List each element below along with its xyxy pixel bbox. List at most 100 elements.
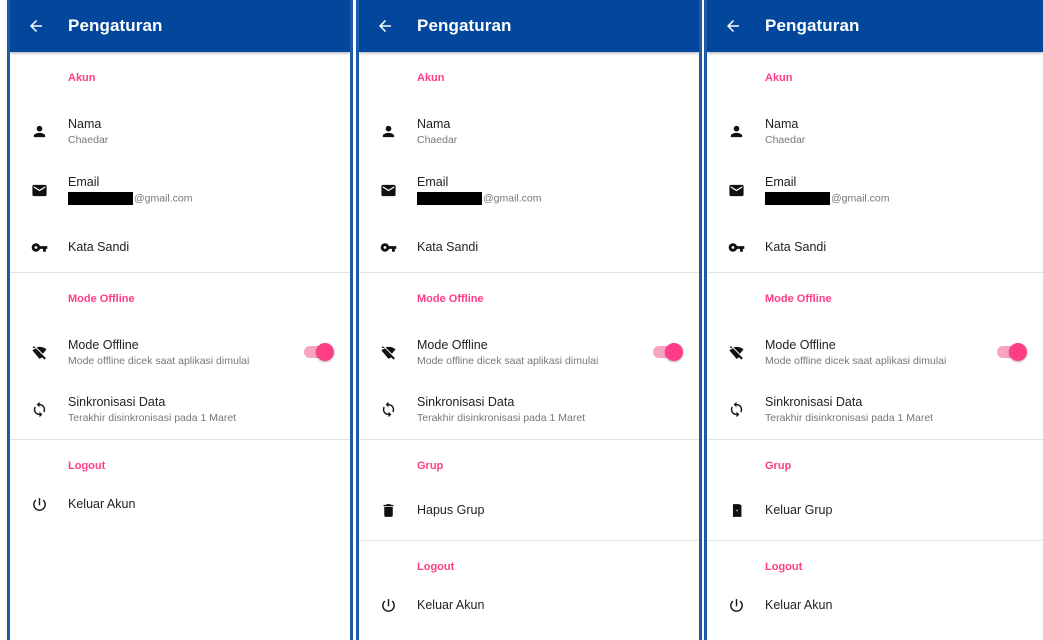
section-header-akun: Akun (765, 72, 793, 84)
section-header-logout: Logout (68, 460, 106, 472)
sync-item[interactable]: Sinkronisasi Data Terakhir disinkronisas… (707, 379, 1043, 439)
power-icon (359, 597, 417, 614)
redaction-box (765, 192, 830, 205)
person-icon (707, 123, 765, 140)
page-title: Pengaturan (68, 16, 163, 35)
app-bar: Pengaturan (707, 0, 1043, 52)
name-value: Chaedar (68, 133, 109, 146)
offline-mode-label: Mode Offline (765, 337, 836, 352)
section-header-grup: Grup (765, 460, 792, 472)
logout-item[interactable]: Keluar Akun (707, 593, 1043, 617)
password-item[interactable]: Kata Sandi (10, 222, 350, 272)
toggle-thumb (1009, 343, 1027, 361)
offline-mode-description: Mode offline dicek saat aplikasi dimulai (68, 354, 250, 367)
password-item[interactable]: Kata Sandi (707, 222, 1043, 272)
arrow-back-icon (727, 20, 739, 32)
key-icon (707, 239, 765, 256)
name-label: Nama (417, 116, 451, 131)
power-icon (10, 496, 68, 513)
mail-icon (707, 182, 765, 199)
email-value: @gmail.com (765, 192, 890, 205)
page-title: Pengaturan (765, 16, 860, 35)
offline-mode-item[interactable]: Mode Offline Mode offline dicek saat apl… (359, 325, 699, 379)
section-header-grup: Grup (417, 460, 444, 472)
logout-label: Keluar Akun (765, 598, 833, 612)
offline-mode-toggle[interactable] (997, 343, 1027, 361)
delete-group-label: Hapus Grup (417, 503, 485, 517)
section-header-akun: Akun (68, 72, 96, 84)
sync-label: Sinkronisasi Data (68, 394, 166, 409)
offline-mode-description: Mode offline dicek saat aplikasi dimulai (417, 354, 599, 367)
offline-mode-label: Mode Offline (68, 337, 139, 352)
password-label: Kata Sandi (417, 240, 479, 254)
offline-mode-toggle[interactable] (304, 343, 334, 361)
email-item[interactable]: Email @gmail.com (707, 158, 1043, 222)
name-value: Chaedar (417, 133, 458, 146)
sync-item[interactable]: Sinkronisasi Data Terakhir disinkronisas… (10, 379, 350, 439)
offline-mode-description: Mode offline dicek saat aplikasi dimulai (765, 354, 947, 367)
name-label: Nama (765, 116, 799, 131)
power-icon (707, 597, 765, 614)
logout-item[interactable]: Keluar Akun (10, 492, 350, 516)
exit-door-icon (707, 502, 765, 519)
delete-group-item[interactable]: Hapus Grup (359, 492, 699, 528)
app-bar: Pengaturan (10, 0, 350, 52)
email-label: Email (68, 175, 100, 189)
back-button[interactable] (707, 0, 759, 52)
sync-description: Terakhir disinkronisasi pada 1 Maret (417, 411, 586, 424)
leave-group-label: Keluar Grup (765, 503, 833, 517)
name-item[interactable]: Nama Chaedar (10, 104, 350, 158)
app-bar: Pengaturan (359, 0, 699, 52)
back-button[interactable] (359, 0, 411, 52)
section-header-akun: Akun (417, 72, 445, 84)
trash-icon (359, 502, 417, 519)
redaction-box (68, 192, 133, 205)
offline-mode-label: Mode Offline (417, 337, 488, 352)
sync-description: Terakhir disinkronisasi pada 1 Maret (765, 411, 934, 424)
section-header-mode-offline: Mode Offline (765, 293, 832, 305)
name-item[interactable]: Nama Chaedar (359, 104, 699, 158)
offline-mode-toggle[interactable] (653, 343, 683, 361)
page-title: Pengaturan (417, 16, 512, 35)
wifi-off-icon (359, 344, 417, 361)
sync-icon (707, 401, 765, 418)
person-icon (359, 123, 417, 140)
arrow-back-icon (30, 20, 42, 32)
email-value: @gmail.com (417, 192, 542, 205)
section-header-logout: Logout (417, 561, 455, 573)
wifi-off-icon (707, 344, 765, 361)
key-icon (10, 239, 68, 256)
offline-mode-item[interactable]: Mode Offline Mode offline dicek saat apl… (10, 325, 350, 379)
mail-icon (359, 182, 417, 199)
settings-screen-1: Pengaturan Akun Nama Chaedar Email @gmai… (7, 0, 353, 640)
email-label: Email (765, 175, 797, 189)
email-label: Email (417, 175, 449, 189)
logout-item[interactable]: Keluar Akun (359, 593, 699, 617)
mail-icon (10, 182, 68, 199)
section-header-logout: Logout (765, 561, 803, 573)
logout-label: Keluar Akun (417, 598, 485, 612)
email-item[interactable]: Email @gmail.com (359, 158, 699, 222)
name-item[interactable]: Nama Chaedar (707, 104, 1043, 158)
key-icon (359, 239, 417, 256)
name-label: Nama (68, 116, 102, 131)
sync-icon (10, 401, 68, 418)
email-item[interactable]: Email @gmail.com (10, 158, 350, 222)
sync-icon (359, 401, 417, 418)
logout-label: Keluar Akun (68, 497, 136, 511)
password-item[interactable]: Kata Sandi (359, 222, 699, 272)
toggle-thumb (316, 343, 334, 361)
section-header-mode-offline: Mode Offline (417, 293, 484, 305)
settings-screen-3: Pengaturan Akun Nama Chaedar Email @gmai… (704, 0, 1043, 640)
redaction-box (417, 192, 482, 205)
back-button[interactable] (10, 0, 62, 52)
sync-label: Sinkronisasi Data (765, 394, 863, 409)
password-label: Kata Sandi (68, 240, 130, 254)
leave-group-item[interactable]: Keluar Grup (707, 492, 1043, 528)
sync-item[interactable]: Sinkronisasi Data Terakhir disinkronisas… (359, 379, 699, 439)
password-label: Kata Sandi (765, 240, 827, 254)
arrow-back-icon (379, 20, 391, 32)
sync-description: Terakhir disinkronisasi pada 1 Maret (68, 411, 237, 424)
person-icon (10, 123, 68, 140)
offline-mode-item[interactable]: Mode Offline Mode offline dicek saat apl… (707, 325, 1043, 379)
